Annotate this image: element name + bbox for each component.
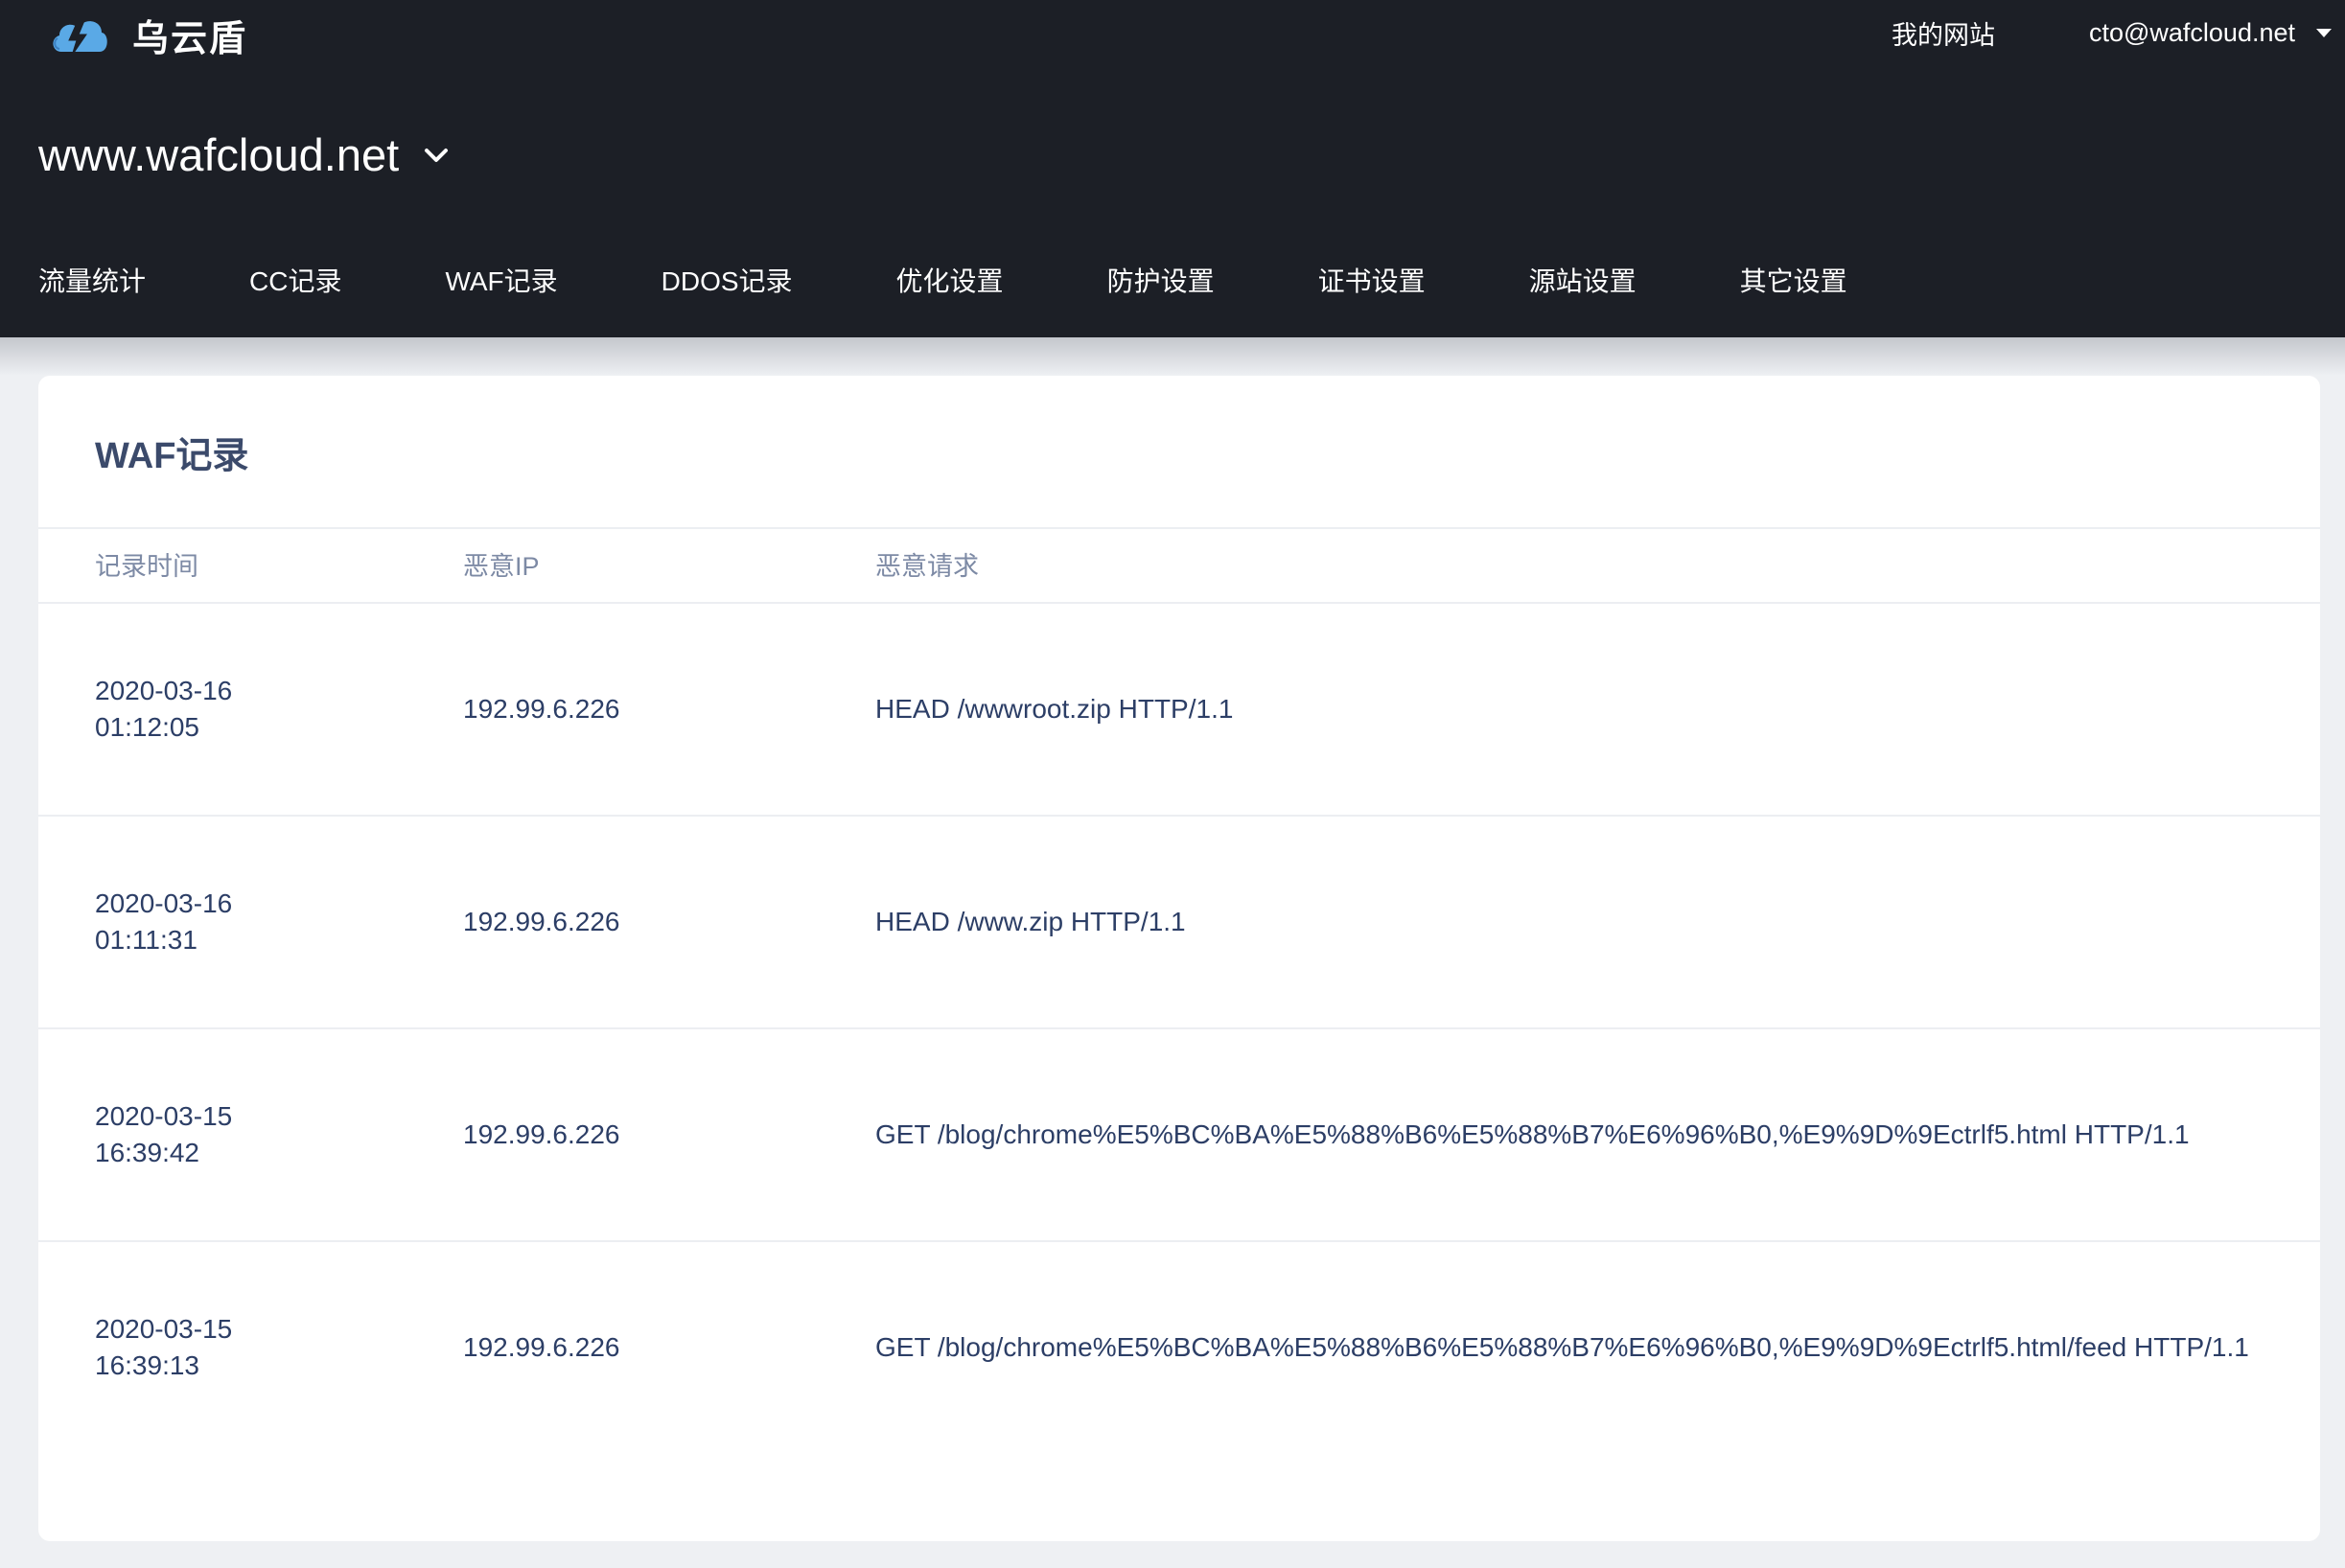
malicious-request: HEAD /wwwroot.zip HTTP/1.1 <box>875 694 1234 724</box>
record-time: 2020-03-16 01:11:31 <box>95 817 383 1027</box>
malicious-ip: 192.99.6.226 <box>463 1119 620 1149</box>
malicious-ip: 192.99.6.226 <box>463 1332 620 1362</box>
card-title: WAF记录 <box>95 436 249 476</box>
record-time: 2020-03-15 16:39:42 <box>95 1029 383 1240</box>
malicious-ip: 192.99.6.226 <box>463 694 620 724</box>
table-row: 2020-03-16 01:12:05 192.99.6.226 HEAD /w… <box>38 604 2320 817</box>
user-email: cto@wafcloud.net <box>2088 17 2295 47</box>
record-clock: 01:11:31 <box>95 925 197 955</box>
nav-cc-records[interactable]: CC记录 <box>249 261 341 299</box>
app-name: 乌云盾 <box>132 18 248 59</box>
table-row: 2020-03-16 01:11:31 192.99.6.226 HEAD /w… <box>38 817 2320 1029</box>
column-header-request: 恶意请求 <box>875 552 979 581</box>
column-header-ip: 恶意IP <box>463 552 540 581</box>
top-header: 乌云盾 我的网站 cto@wafcloud.net www.wafcloud.n… <box>0 0 2345 337</box>
record-date: 2020-03-16 <box>95 888 233 918</box>
header-shadow <box>0 337 2345 376</box>
nav-traffic-stats[interactable]: 流量统计 <box>38 261 146 299</box>
nav-optimization-settings[interactable]: 优化设置 <box>896 261 1004 299</box>
nav-origin-settings[interactable]: 源站设置 <box>1529 261 1637 299</box>
malicious-request: GET /blog/chrome%E5%BC%BA%E5%88%B6%E5%88… <box>875 1119 2190 1149</box>
waf-records-card: WAF记录 记录时间 恶意IP 恶意请求 2020-03-16 01:12:05… <box>38 376 2320 1541</box>
current-site: www.wafcloud.net <box>38 129 400 180</box>
record-clock: 16:39:42 <box>95 1138 199 1167</box>
nav-protection-settings[interactable]: 防护设置 <box>1107 261 1215 299</box>
main-nav: 流量统计 CC记录 WAF记录 DDOS记录 优化设置 防护设置 证书设置 源站… <box>38 261 1951 299</box>
record-time: 2020-03-15 16:39:13 <box>95 1242 383 1453</box>
chevron-down-icon <box>425 148 449 162</box>
caret-down-icon <box>2316 28 2332 37</box>
nav-other-settings[interactable]: 其它设置 <box>1740 261 1847 299</box>
logo[interactable]: 乌云盾 <box>48 8 247 61</box>
malicious-request: GET /blog/chrome%E5%BC%BA%E5%88%B6%E5%88… <box>875 1332 2249 1362</box>
record-date: 2020-03-15 <box>95 1101 233 1131</box>
record-clock: 16:39:13 <box>95 1350 199 1380</box>
table-header: 记录时间 恶意IP 恶意请求 <box>38 527 2320 604</box>
top-right-menu: 我的网站 cto@wafcloud.net <box>1892 13 2345 52</box>
record-time: 2020-03-16 01:12:05 <box>95 604 383 815</box>
record-date: 2020-03-15 <box>95 1314 233 1344</box>
my-sites-link[interactable]: 我的网站 <box>1892 14 1995 52</box>
record-clock: 01:12:05 <box>95 712 199 742</box>
cloud-lightning-icon <box>53 21 107 57</box>
site-selector[interactable]: www.wafcloud.net <box>38 128 451 181</box>
user-menu[interactable]: cto@wafcloud.net <box>2089 18 2332 48</box>
table-row: 2020-03-15 16:39:13 192.99.6.226 GET /bl… <box>38 1242 2320 1455</box>
column-header-time: 记录时间 <box>95 552 198 581</box>
record-date: 2020-03-16 <box>95 676 233 705</box>
table-row: 2020-03-15 16:39:42 192.99.6.226 GET /bl… <box>38 1029 2320 1242</box>
nav-waf-records[interactable]: WAF记录 <box>445 261 557 299</box>
nav-certificate-settings[interactable]: 证书设置 <box>1318 261 1426 299</box>
nav-ddos-records[interactable]: DDOS记录 <box>662 261 793 299</box>
malicious-request: HEAD /www.zip HTTP/1.1 <box>875 907 1186 936</box>
malicious-ip: 192.99.6.226 <box>463 907 620 936</box>
